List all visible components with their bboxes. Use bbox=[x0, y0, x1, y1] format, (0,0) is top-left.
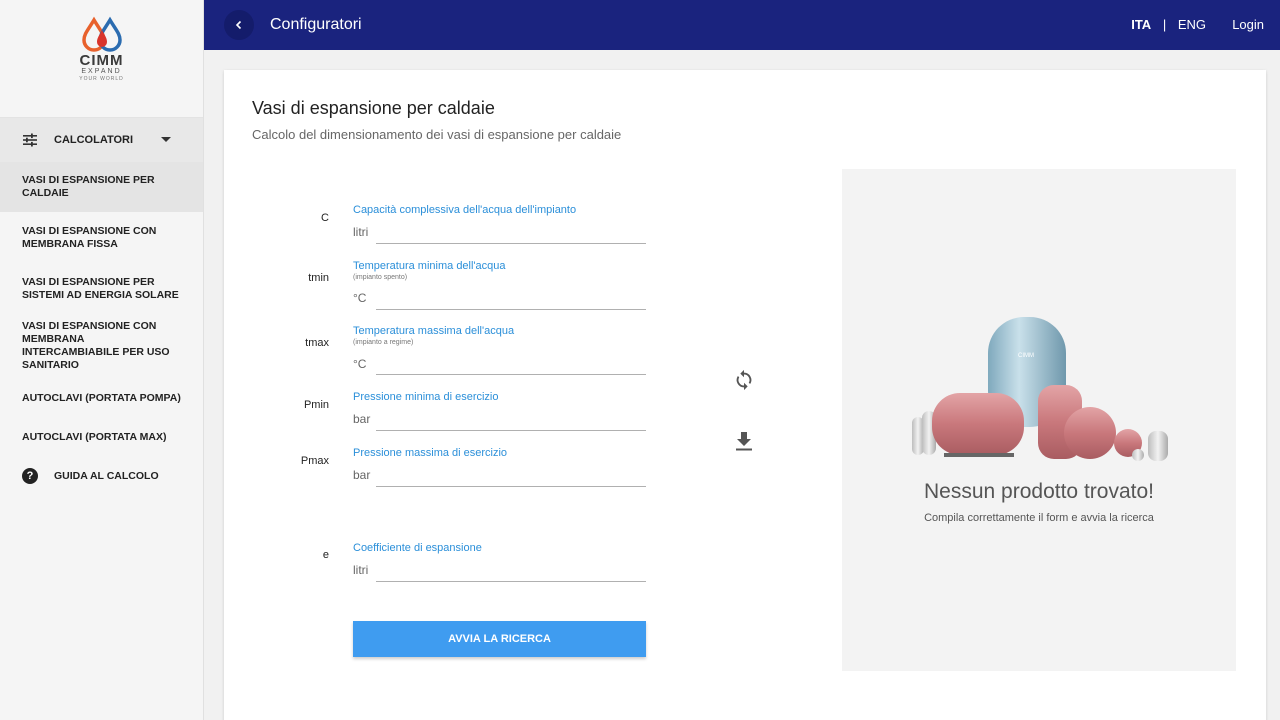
sidebar-item-vasi-membrana-fissa[interactable]: VASI DI ESPANSIONE CON MEMBRANA FISSA bbox=[0, 212, 203, 263]
back-button[interactable] bbox=[224, 10, 254, 40]
sidebar-item-vasi-solare[interactable]: VASI DI ESPANSIONE PER SISTEMI AD ENERGI… bbox=[0, 263, 203, 314]
field-pmax: Pmax Pressione massima di esercizio bar bbox=[224, 447, 684, 487]
result-panel: CIMM Nessun prodotto trovato! Compila co… bbox=[842, 169, 1236, 671]
field-unit: °C bbox=[353, 357, 367, 371]
tmax-input[interactable] bbox=[376, 354, 646, 374]
language-switcher: ITA | ENG bbox=[1131, 17, 1206, 32]
card-subtitle: Calcolo del dimensionamento dei vasi di … bbox=[252, 127, 622, 142]
field-label: Coefficiente di espansione bbox=[353, 542, 482, 554]
logo-tagline: EXPAND bbox=[81, 68, 122, 75]
field-symbol: e bbox=[322, 549, 329, 561]
download-icon bbox=[736, 432, 752, 451]
sidebar-item-guida[interactable]: ? GUIDA AL CALCOLO bbox=[0, 456, 203, 496]
sidebar-item-label: GUIDA AL CALCOLO bbox=[54, 470, 159, 482]
logo-wordmark: CIMM bbox=[79, 52, 124, 69]
pmax-input[interactable] bbox=[376, 465, 646, 485]
tune-icon bbox=[23, 133, 37, 147]
field-symbol: C bbox=[321, 212, 329, 224]
sidebar-item-vasi-sanitario[interactable]: VASI DI ESPANSIONE CON MEMBRANA INTERCAM… bbox=[0, 314, 203, 378]
field-label: Temperatura minima dell'acqua bbox=[353, 260, 506, 272]
sidebar-item-autoclavi-pompa[interactable]: AUTOCLAVI (PORTATA POMPA) bbox=[0, 378, 203, 418]
field-label: Temperatura massima dell'acqua bbox=[353, 325, 515, 337]
field-symbol: Pmax bbox=[300, 455, 329, 467]
input-underline bbox=[376, 243, 646, 244]
input-underline bbox=[376, 309, 646, 310]
field-tmax: tmax Temperatura massima dell'acqua (imp… bbox=[224, 325, 684, 375]
input-underline bbox=[376, 374, 646, 375]
field-hint: (impianto a regime) bbox=[353, 339, 414, 346]
field-unit: bar bbox=[353, 412, 371, 426]
sidebar-item-label: AUTOCLAVI (PORTATA MAX) bbox=[22, 430, 167, 443]
field-label: Pressione massima di esercizio bbox=[353, 447, 508, 459]
sidebar-item-label: VASI DI ESPANSIONE PER CALDAIE bbox=[22, 174, 155, 199]
sidebar-item-label: VASI DI ESPANSIONE CON MEMBRANA FISSA bbox=[22, 224, 157, 250]
empty-state-subtitle: Compila correttamente il form e avvia la… bbox=[924, 512, 1154, 524]
page-title: Configuratori bbox=[270, 16, 362, 33]
sidebar-item-label: AUTOCLAVI (PORTATA POMPA) bbox=[22, 391, 181, 404]
field-coefficiente: e Coefficiente di espansione litri bbox=[224, 542, 684, 582]
field-symbol: Pmin bbox=[303, 399, 329, 411]
field-label: Capacità complessiva dell'acqua dell'imp… bbox=[353, 204, 577, 216]
logo-tagline-small: YOUR WORLD bbox=[79, 76, 124, 82]
refresh-icon bbox=[736, 369, 752, 391]
sidebar-group-label: CALCOLATORI bbox=[54, 134, 134, 146]
lang-ita-link[interactable]: ITA bbox=[1131, 17, 1151, 32]
input-underline bbox=[376, 486, 646, 487]
reset-button[interactable] bbox=[732, 368, 756, 392]
field-tmin: tmin Temperatura minima dell'acqua (impi… bbox=[224, 260, 684, 310]
field-label: Pressione minima di esercizio bbox=[353, 391, 499, 403]
login-link[interactable]: Login bbox=[1232, 17, 1264, 32]
sidebar-item-label: VASI DI ESPANSIONE CON MEMBRANA INTERCAM… bbox=[22, 320, 170, 371]
field-hint: (impianto spento) bbox=[353, 274, 408, 281]
lang-eng-link[interactable]: ENG bbox=[1178, 17, 1206, 32]
configurator-card: Vasi di espansione per caldaie Calcolo d… bbox=[224, 70, 1266, 720]
field-symbol: tmax bbox=[305, 337, 329, 349]
chevron-left-icon bbox=[235, 20, 242, 30]
top-app-bar: Configuratori ITA | ENG Login bbox=[204, 0, 1280, 50]
input-underline bbox=[376, 581, 646, 582]
download-button[interactable] bbox=[732, 429, 756, 453]
input-underline bbox=[376, 430, 646, 431]
sidebar-item-autoclavi-max[interactable]: AUTOCLAVI (PORTATA MAX) bbox=[0, 418, 203, 456]
field-capacita: C Capacità complessiva dell'acqua dell'i… bbox=[224, 204, 684, 244]
field-symbol: tmin bbox=[308, 272, 329, 284]
tmin-input[interactable] bbox=[376, 288, 646, 308]
field-unit: litri bbox=[353, 563, 369, 577]
caret-down-icon bbox=[161, 137, 171, 142]
sidebar-group-calcolatori[interactable]: CALCOLATORI bbox=[0, 118, 203, 162]
empty-state-title: Nessun prodotto trovato! bbox=[924, 480, 1154, 503]
card-title: Vasi di espansione per caldaie bbox=[252, 98, 495, 118]
lang-separator: | bbox=[1162, 17, 1167, 32]
logo-drops-icon bbox=[81, 16, 122, 52]
sidebar: CIMM EXPAND YOUR WORLD CALCOLATORI VASI … bbox=[0, 0, 204, 720]
field-unit: °C bbox=[353, 291, 367, 305]
pmin-input[interactable] bbox=[376, 409, 646, 429]
field-unit: bar bbox=[353, 468, 371, 482]
sidebar-item-vasi-caldaie[interactable]: VASI DI ESPANSIONE PER CALDAIE bbox=[0, 162, 203, 212]
search-button[interactable]: AVVIA LA RICERCA bbox=[353, 621, 646, 657]
capacita-input[interactable] bbox=[376, 222, 646, 242]
field-unit: litri bbox=[353, 225, 369, 239]
field-pmin: Pmin Pressione minima di esercizio bar bbox=[224, 391, 684, 431]
brand-logo[interactable]: CIMM EXPAND YOUR WORLD bbox=[0, 0, 203, 118]
sidebar-item-label: VASI DI ESPANSIONE PER SISTEMI AD ENERGI… bbox=[22, 275, 179, 301]
expansion-tanks-image: CIMM bbox=[912, 317, 1168, 461]
svg-text:CIMM: CIMM bbox=[1018, 353, 1034, 359]
coefficiente-input[interactable] bbox=[376, 560, 646, 580]
help-icon: ? bbox=[22, 468, 38, 484]
